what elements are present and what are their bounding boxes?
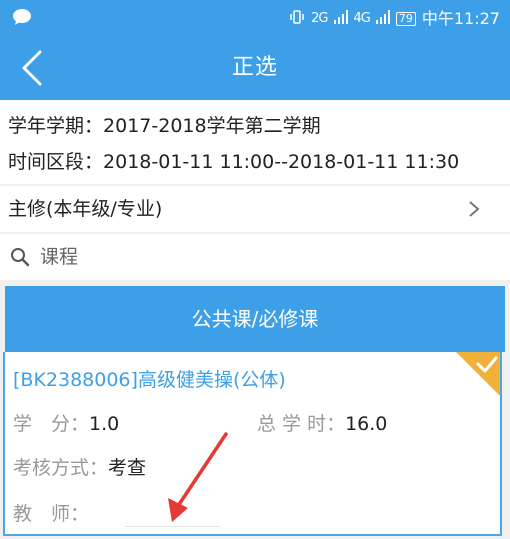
- assess-value: 考查: [108, 457, 147, 479]
- hours-value: 16.0: [345, 413, 388, 435]
- chat-icon: [12, 8, 32, 26]
- major-filter-row[interactable]: 主修(本年级/专业): [0, 186, 510, 232]
- term-info: 学年学期：2017-2018学年第二学期 时间区段：2018-01-11 11:…: [0, 100, 510, 184]
- vibrate-icon: [289, 9, 305, 29]
- teacher-label: 教 师：: [13, 503, 90, 525]
- signal-icon: [333, 10, 348, 28]
- status-indicators: 2G 4G 79 中午11:27: [289, 9, 500, 29]
- chevron-right-icon: [468, 200, 480, 218]
- credit-label: 学 分：: [13, 413, 90, 435]
- status-bar: 2G 4G 79 中午11:27: [0, 0, 510, 36]
- course-card[interactable]: [BK2388006]高级健美操(公体) 学 分：1.0 总 学 时：16.0 …: [3, 352, 502, 536]
- teacher-field: 教 师：: [13, 502, 89, 526]
- back-arrow-icon[interactable]: [14, 46, 54, 90]
- checkmark-icon: [456, 352, 500, 396]
- hours-field: 总 学 时：16.0: [257, 412, 387, 436]
- page-title: 正选: [231, 55, 278, 80]
- status-time: 中午11:27: [421, 9, 500, 28]
- course-title[interactable]: [BK2388006]高级健美操(公体): [13, 368, 286, 392]
- period-line: 时间区段：2018-01-11 11:00--2018-01-11 11:30: [8, 150, 459, 174]
- period-value: 2018-01-11 11:00--2018-01-11 11:30: [103, 151, 460, 173]
- major-filter-label: 主修(本年级/专业): [8, 198, 163, 220]
- title-bar: 正选: [0, 36, 510, 100]
- signal-2g: 2G: [311, 11, 328, 26]
- term-value: 2017-2018学年第二学期: [103, 115, 321, 137]
- course-search[interactable]: 课程: [0, 234, 510, 280]
- section-header[interactable]: 公共课/必修课: [5, 286, 505, 352]
- battery-indicator: 79: [395, 12, 416, 26]
- signal-icon-2: [375, 10, 390, 28]
- signal-4g: 4G: [353, 11, 371, 26]
- term-line: 学年学期：2017-2018学年第二学期: [8, 114, 321, 138]
- hours-label: 总 学 时：: [257, 413, 346, 435]
- credit-field: 学 分：1.0: [13, 412, 119, 436]
- teacher-underline: [125, 526, 221, 527]
- period-label: 时间区段：: [8, 151, 104, 173]
- search-icon: [10, 247, 30, 267]
- assess-label: 考核方式：: [13, 457, 109, 479]
- term-label: 学年学期：: [8, 115, 104, 137]
- search-input[interactable]: 课程: [40, 245, 78, 269]
- assess-field: 考核方式：考查: [13, 456, 146, 480]
- credit-value: 1.0: [89, 413, 120, 435]
